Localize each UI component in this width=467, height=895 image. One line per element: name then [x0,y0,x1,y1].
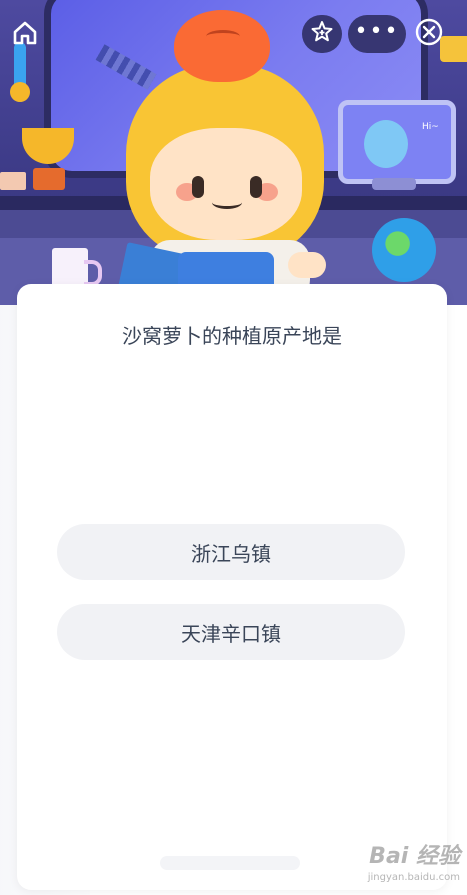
mascot-sprout [174,10,270,82]
trophy-base [33,168,65,190]
rocket-ball-icon [10,82,30,102]
mascot-eye-right [250,176,262,198]
more-dots-icon: ••• [354,19,400,44]
favorite-button[interactable] [302,15,342,53]
watermark-logo: Bai 经验 [369,844,460,869]
close-button[interactable] [410,15,448,53]
watermark: Bai 经验 jingyan.baidu.com [330,838,460,888]
answer-option-2[interactable]: 天津辛口镇 [57,604,405,660]
close-circle-icon [414,17,444,51]
answer-option-1[interactable]: 浙江乌镇 [57,524,405,580]
answer-option-label: 天津辛口镇 [181,621,281,646]
home-button[interactable] [10,20,40,50]
watermark-url: jingyan.baidu.com [367,872,460,883]
mug-handle [84,260,102,286]
faded-footer-bar [160,856,300,870]
alien-icon [364,120,408,168]
books-icon [0,172,26,190]
mascot-eye-left [192,176,204,198]
globe-icon [372,218,436,282]
monitor-greeting: Hi~ [422,122,439,132]
star-plus-icon [310,20,334,48]
mascot-face [150,128,302,240]
more-button[interactable]: ••• [348,15,406,53]
mascot-sprout-line [206,30,240,43]
answer-option-label: 浙江乌镇 [191,541,271,566]
monitor-stand [372,178,416,190]
home-icon [12,20,38,50]
mascot-mouth [212,196,242,209]
question-text: 沙窝萝卜的种植原产地是 [122,324,342,348]
question-card: 沙窝萝卜的种植原产地是 浙江乌镇 天津辛口镇 [17,284,447,890]
mascot-hand [288,252,326,278]
